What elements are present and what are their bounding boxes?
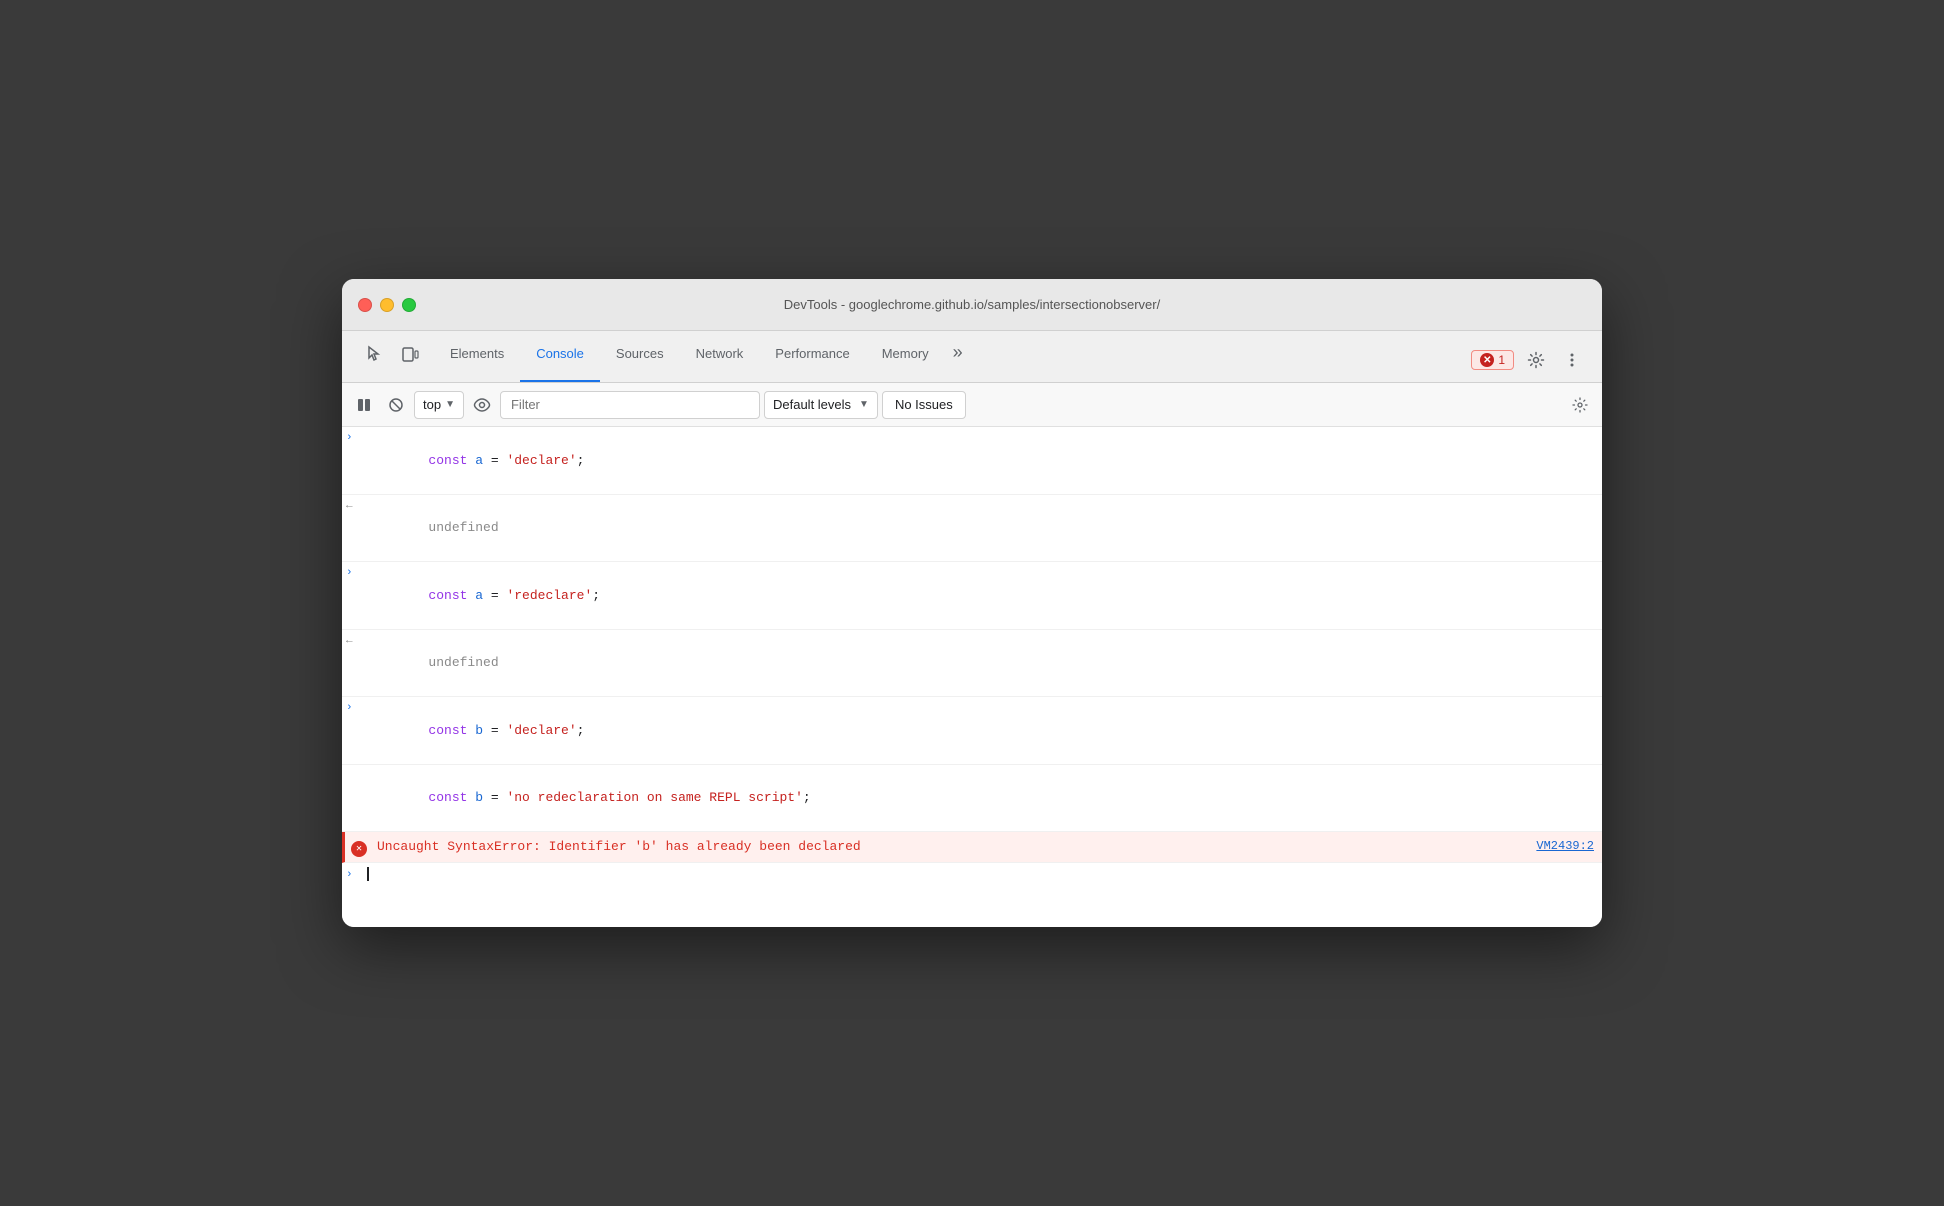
string: 'declare': [506, 453, 576, 468]
window-title: DevTools - googlechrome.github.io/sample…: [784, 297, 1160, 312]
variable: b: [475, 790, 483, 805]
tab-sources[interactable]: Sources: [600, 331, 680, 382]
error-source-link[interactable]: VM2439:2: [1536, 837, 1594, 853]
string: 'no redeclaration on same REPL script': [506, 790, 802, 805]
string: 'declare': [506, 723, 576, 738]
chevron-down-icon: ▼: [445, 399, 455, 410]
punctuation: ;: [803, 790, 811, 805]
error-badge[interactable]: ✕ 1: [1471, 350, 1514, 370]
punctuation: =: [483, 453, 506, 468]
live-expressions-button[interactable]: [468, 391, 496, 419]
variable: a: [475, 453, 483, 468]
devtools-icon-group: [350, 331, 434, 382]
titlebar: DevTools - googlechrome.github.io/sample…: [342, 279, 1602, 331]
console-settings-button[interactable]: [1566, 391, 1594, 419]
line-content: undefined: [366, 634, 1594, 693]
punctuation: ;: [577, 453, 585, 468]
more-tabs-button[interactable]: »: [945, 331, 971, 382]
chevron-down-icon: ▼: [859, 399, 869, 410]
devtools-window: DevTools - googlechrome.github.io/sample…: [342, 279, 1602, 927]
devtools-right-controls: ✕ 1: [1463, 346, 1594, 382]
input-arrow: ›: [346, 701, 366, 714]
device-toolbar-icon[interactable]: [394, 338, 426, 370]
console-line: › const b = 'declare';: [342, 697, 1602, 765]
minimize-button[interactable]: [380, 298, 394, 312]
output-arrow: ←: [346, 499, 366, 512]
console-line: › const b = 'no redeclaration on same RE…: [342, 765, 1602, 833]
error-message: Uncaught SyntaxError: Identifier 'b' has…: [377, 837, 1536, 857]
inspect-icon[interactable]: [358, 338, 390, 370]
line-content: const b = 'declare';: [366, 701, 1594, 760]
tab-elements[interactable]: Elements: [434, 331, 520, 382]
keyword: const: [428, 453, 475, 468]
tab-performance[interactable]: Performance: [759, 331, 865, 382]
line-content: const b = 'no redeclaration on same REPL…: [366, 769, 1594, 828]
line-content: const a = 'redeclare';: [366, 566, 1594, 625]
clear-console-button[interactable]: [382, 391, 410, 419]
punctuation: ;: [577, 723, 585, 738]
more-options-button[interactable]: [1558, 346, 1586, 374]
input-arrow: ›: [346, 769, 366, 782]
console-toolbar: top ▼ Default levels ▼ No Issues: [342, 383, 1602, 427]
undefined-value: undefined: [428, 520, 498, 535]
undefined-value: undefined: [428, 655, 498, 670]
console-output: › const a = 'declare'; ← undefined › con…: [342, 427, 1602, 927]
default-levels-dropdown[interactable]: Default levels ▼: [764, 391, 878, 419]
input-arrow: ›: [346, 431, 366, 444]
console-line: ← undefined: [342, 630, 1602, 698]
punctuation: =: [483, 588, 506, 603]
console-line: ← undefined: [342, 495, 1602, 563]
keyword: const: [428, 790, 475, 805]
console-error-line: ✕ Uncaught SyntaxError: Identifier 'b' h…: [342, 832, 1602, 863]
punctuation: =: [483, 790, 506, 805]
close-button[interactable]: [358, 298, 372, 312]
filter-input[interactable]: [500, 391, 760, 419]
error-badge-icon: ✕: [1480, 353, 1494, 367]
line-content: const a = 'declare';: [366, 431, 1594, 490]
tab-console[interactable]: Console: [520, 331, 600, 382]
maximize-button[interactable]: [402, 298, 416, 312]
tab-network[interactable]: Network: [680, 331, 760, 382]
input-arrow: ›: [346, 566, 366, 579]
settings-button[interactable]: [1522, 346, 1550, 374]
punctuation: =: [483, 723, 506, 738]
context-selector[interactable]: top ▼: [414, 391, 464, 419]
prompt-arrow: ›: [346, 868, 366, 881]
console-line: › const a = 'declare';: [342, 427, 1602, 495]
devtools-tab-bar: Elements Console Sources Network Perform…: [342, 331, 1602, 383]
output-arrow: ←: [346, 634, 366, 647]
no-issues-button[interactable]: No Issues: [882, 391, 966, 419]
traffic-lights: [358, 298, 416, 312]
console-input-line[interactable]: ›: [342, 863, 1602, 885]
keyword: const: [428, 723, 475, 738]
console-line: › const a = 'redeclare';: [342, 562, 1602, 630]
string: 'redeclare': [506, 588, 592, 603]
cursor-blink: [367, 867, 369, 881]
tab-memory[interactable]: Memory: [866, 331, 945, 382]
variable: b: [475, 723, 483, 738]
line-content: undefined: [366, 499, 1594, 558]
error-icon: ✕: [351, 841, 367, 857]
punctuation: ;: [592, 588, 600, 603]
variable: a: [475, 588, 483, 603]
keyword: const: [428, 588, 475, 603]
run-script-button[interactable]: [350, 391, 378, 419]
